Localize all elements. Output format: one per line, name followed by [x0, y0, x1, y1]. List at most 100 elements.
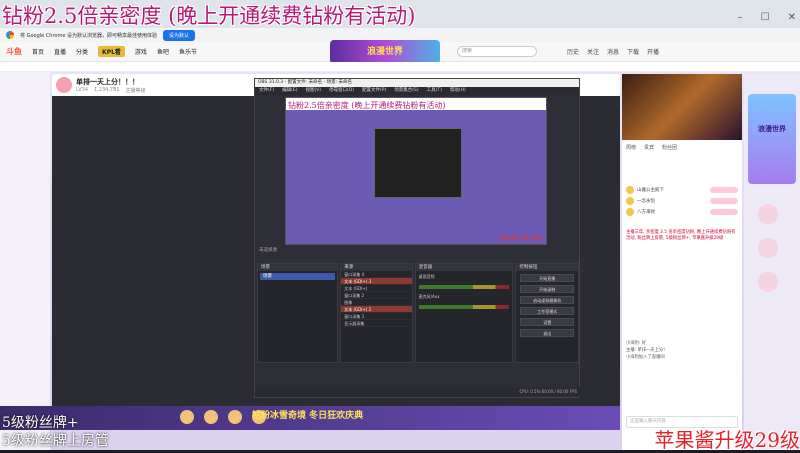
- rank-badge: [710, 186, 738, 193]
- event-ad[interactable]: 浪漫世界: [748, 94, 796, 184]
- obs-menu-view[interactable]: 视图(V): [305, 87, 321, 95]
- nav-item-kpl[interactable]: KPL看: [98, 46, 125, 57]
- right-panel: 周榜 贵宾 粉丝团 山雅公主殿下 一念永恒 八方来财 主播三年, 亲密度 2.5…: [622, 74, 742, 450]
- obs-preview[interactable]: 钻粉2.5倍亲密度 (晚上开通续费钻粉有活动) 苹果酱升级29级: [285, 97, 547, 245]
- obs-docks: 场景 场景 来源 窗口采集 4 文本 (GDI+) 3 文本 (GDI+) 窗口采集 …: [255, 261, 581, 365]
- studio-mode-button[interactable]: 工作室模式: [520, 307, 574, 315]
- rank-name: 一念永恒: [637, 198, 655, 204]
- tab-fans[interactable]: 粉丝团: [662, 144, 677, 151]
- streamer-level: LV34: [76, 87, 89, 93]
- nav-download[interactable]: 下载: [627, 47, 639, 56]
- start-streaming-button[interactable]: 开始直播: [520, 274, 574, 282]
- event-banner[interactable]: 浪漫世界: [330, 40, 440, 64]
- rank-name: 山雅公主殿下: [637, 187, 664, 193]
- mixer-meter-mic[interactable]: [418, 305, 510, 309]
- left-rail: [0, 72, 50, 450]
- streamer-hot: 1,234,781: [94, 87, 120, 93]
- fan-avatar-icon[interactable]: [204, 410, 218, 424]
- tab-vip[interactable]: 贵宾: [644, 144, 654, 151]
- maximize-icon[interactable]: ☐: [761, 12, 770, 23]
- gift-banner[interactable]: 钻粉冰雪奇境 冬日狂欢庆典: [252, 408, 363, 421]
- source-item[interactable]: 文本 (GDI+) 3: [341, 278, 412, 285]
- fan-avatar-icon[interactable]: [180, 410, 194, 424]
- sub-nav: [0, 62, 800, 72]
- overlay-top-text: 钻粉2.5倍亲密度 (晚上开通续费钻粉有活动): [2, 4, 416, 28]
- overlay-bottom-left-2: 5级粉丝牌上房管: [2, 433, 109, 449]
- mixer-dock-title: 混音器: [415, 264, 513, 271]
- far-right-rail: 浪漫世界: [744, 74, 800, 450]
- list-item[interactable]: 山雅公主殿下: [626, 184, 738, 195]
- activity-icon[interactable]: [758, 238, 778, 258]
- virtual-camera-button[interactable]: 启动虚拟摄像机: [520, 296, 574, 304]
- scene-item[interactable]: 场景: [260, 273, 336, 280]
- close-icon[interactable]: ✕: [788, 12, 796, 23]
- streamer-meta: LV34 1,234,781 主播等级: [76, 87, 146, 94]
- rank-badge: [710, 197, 738, 204]
- obs-menu-help[interactable]: 帮助(H): [450, 87, 466, 95]
- list-item[interactable]: 八方来财: [626, 206, 738, 217]
- list-item[interactable]: 一念永恒: [626, 195, 738, 206]
- source-item[interactable]: 图像: [341, 299, 412, 306]
- game-promo-image[interactable]: [622, 74, 742, 140]
- source-item[interactable]: 窗口采集 3: [341, 313, 412, 320]
- obs-menu-docks[interactable]: 停靠窗口(D): [329, 87, 354, 95]
- sources-dock: 来源 窗口采集 4 文本 (GDI+) 3 文本 (GDI+) 窗口采集 2 图像 文本 …: [340, 263, 413, 363]
- chat-notice: 主播三年, 亲密度 2.5 倍亲密度钻粉, 晚上开通续费钻粉有活动, 粉丝牌上房…: [626, 230, 736, 241]
- crown-icon: [626, 185, 634, 194]
- obs-no-source-label: 未选择源: [259, 248, 277, 253]
- tab-weekly[interactable]: 周榜: [626, 144, 636, 151]
- nav-right-group: 历史 关注 消息 下载 开播: [567, 47, 659, 56]
- obs-menu-edit[interactable]: 编辑(E): [282, 87, 297, 95]
- avatar-icon[interactable]: [758, 272, 778, 292]
- rank-name: 八方来财: [637, 209, 655, 215]
- nav-item-yuba[interactable]: 鱼吧: [157, 47, 169, 56]
- side-icons: [758, 204, 778, 292]
- source-item[interactable]: 文本 (GDI+) 2: [341, 306, 412, 313]
- rank-badge: [710, 208, 738, 215]
- gift-icon[interactable]: [758, 204, 778, 224]
- start-recording-button[interactable]: 开始录制: [520, 285, 574, 293]
- scenes-dock-title: 场景: [258, 264, 338, 271]
- rank-list: 山雅公主殿下 一念永恒 八方来财: [626, 184, 738, 217]
- search-input[interactable]: 搜索: [456, 46, 537, 57]
- nav-item-home[interactable]: 首页: [32, 47, 44, 56]
- site-logo[interactable]: 斗鱼: [6, 46, 22, 57]
- crown-icon: [626, 207, 634, 216]
- controls-dock: 控制按钮 开始直播 开始录制 启动虚拟摄像机 工作室模式 设置 退出: [515, 263, 579, 363]
- rank-tabs: 周榜 贵宾 粉丝团: [622, 142, 742, 152]
- obs-titlebar: OBS 31.0.3 - 配置文件: 未命名 - 场景: 未命名: [255, 79, 579, 87]
- nav-history[interactable]: 历史: [567, 47, 579, 56]
- fan-avatar-icon[interactable]: [228, 410, 242, 424]
- controls-dock-title: 控制按钮: [516, 264, 578, 271]
- chat-message: 小海豹加入了直播间: [626, 355, 665, 360]
- mixer-track-desktop: 桌面音频: [418, 274, 435, 279]
- minimize-icon[interactable]: –: [738, 12, 743, 23]
- source-item[interactable]: 窗口采集 4: [341, 271, 412, 278]
- obs-menu-tools[interactable]: 工具(T): [427, 87, 442, 95]
- chrome-info-text: 将 Google Chrome 设为默认浏览器，即可畅享最佳使用体验: [20, 32, 158, 39]
- obs-menu-profile[interactable]: 配置文件(P): [362, 87, 386, 95]
- set-default-button[interactable]: 设为默认: [163, 29, 196, 41]
- nav-item-live[interactable]: 直播: [54, 47, 66, 56]
- nav-message[interactable]: 消息: [607, 47, 619, 56]
- obs-menu-file[interactable]: 文件(F): [259, 87, 274, 95]
- source-item[interactable]: 显示器采集: [341, 320, 412, 327]
- exit-button[interactable]: 退出: [520, 329, 574, 337]
- settings-button[interactable]: 设置: [520, 318, 574, 326]
- mixer-meter-desktop[interactable]: [418, 285, 510, 289]
- nav-follow[interactable]: 关注: [587, 47, 599, 56]
- obs-menu-scenecollection[interactable]: 场景集合(S): [394, 87, 418, 95]
- source-item[interactable]: 文本 (GDI+): [341, 285, 412, 292]
- obs-window: OBS 31.0.3 - 配置文件: 未命名 - 场景: 未命名 文件(F) 编…: [254, 78, 581, 398]
- window-controls: – ☐ ✕: [738, 12, 796, 23]
- mixer-track-mic: 麦克风/Aux: [418, 294, 440, 299]
- nav-item-game[interactable]: 游戏: [135, 47, 147, 56]
- obs-menu: 文件(F) 编辑(E) 视图(V) 停靠窗口(D) 配置文件(P) 场景集合(S…: [255, 87, 579, 95]
- nav-item-category[interactable]: 分类: [76, 47, 88, 56]
- avatar[interactable]: [56, 77, 72, 93]
- chrome-icon: [6, 31, 14, 39]
- source-item[interactable]: 窗口采集 2: [341, 292, 412, 299]
- crown-icon: [626, 196, 634, 205]
- nav-item-festival[interactable]: 鱼乐节: [179, 47, 197, 56]
- nav-golive[interactable]: 开播: [647, 47, 659, 56]
